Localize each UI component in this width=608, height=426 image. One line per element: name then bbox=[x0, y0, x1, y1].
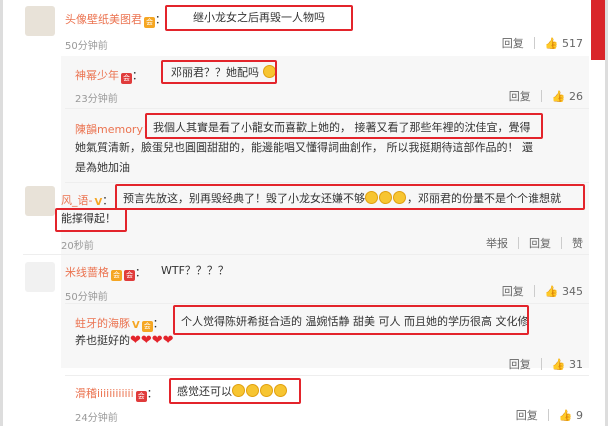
vip-badge-icon: 会 bbox=[144, 17, 155, 28]
divider bbox=[65, 303, 589, 304]
comment-page: 头像壁纸美图君会： 继小龙女之后再毁一人物吗 50分钟前 回复 👍 517 神幂少… bbox=[0, 0, 608, 426]
reply-button[interactable]: 回复 bbox=[509, 88, 531, 104]
like-count: 26 bbox=[569, 90, 583, 103]
divider bbox=[65, 375, 589, 376]
commenter-name[interactable]: 蛀牙的海豚 V 会： bbox=[75, 315, 164, 332]
side-banner bbox=[591, 0, 605, 60]
like-button[interactable]: 赞 bbox=[572, 235, 583, 251]
commenter-name[interactable]: 头像壁纸美图君会： bbox=[65, 11, 166, 28]
comment-actions: 举报 回复 赞 bbox=[486, 235, 583, 251]
vip-badge-icon: 会 bbox=[124, 270, 135, 281]
commenter-name[interactable]: 风_语- V： bbox=[61, 192, 113, 208]
avatar[interactable] bbox=[25, 262, 55, 292]
reply-button[interactable]: 回复 bbox=[502, 35, 524, 51]
avatar[interactable] bbox=[25, 186, 55, 216]
comment-actions: 回复 👍 9 bbox=[516, 407, 583, 423]
highlight-box bbox=[145, 113, 543, 139]
vip-badge-icon: 会 bbox=[135, 391, 147, 402]
divider bbox=[65, 108, 589, 109]
report-button[interactable]: 举报 bbox=[486, 235, 508, 251]
thumbs-up-icon[interactable]: 👍 bbox=[559, 409, 573, 422]
highlight-box bbox=[165, 5, 353, 31]
timestamp: 50分钟前 bbox=[65, 292, 108, 303]
heart-icon: ❤❤❤❤ bbox=[130, 333, 174, 348]
like-count: 517 bbox=[562, 37, 583, 50]
highlight-box bbox=[173, 305, 529, 335]
highlight-box bbox=[55, 208, 127, 232]
comment-text: WTF？？？？ bbox=[161, 264, 229, 277]
vip-badge-icon: 会 bbox=[141, 321, 153, 332]
reply-button[interactable]: 回复 bbox=[502, 283, 524, 299]
like-count: 345 bbox=[562, 285, 583, 298]
reply-button[interactable]: 回复 bbox=[516, 407, 538, 423]
comment-actions: 回复 👍 345 bbox=[502, 283, 583, 299]
commenter-name[interactable]: 滑稽iiiiiiiiiiii 会： bbox=[75, 385, 158, 402]
highlight-box bbox=[115, 184, 585, 210]
commenter-name[interactable]: 神幂少年会： bbox=[75, 67, 143, 84]
comment-text-line3: 是為她加油 bbox=[75, 161, 130, 174]
avatar[interactable] bbox=[25, 6, 55, 36]
like-count: 9 bbox=[576, 409, 583, 422]
commenter-name[interactable]: 米线蔷格会会： bbox=[65, 264, 146, 281]
vip-badge-icon: 会 bbox=[121, 73, 132, 84]
comment-text-line2: 她氣質清新，臉蛋兒也圓圓甜甜的，能邊能唱又懂得詞曲創作， 所以我挺期待這部作品的… bbox=[75, 141, 533, 154]
timestamp: 50分钟前 bbox=[65, 41, 108, 52]
commenter-name[interactable]: 陳韻memory： bbox=[75, 121, 154, 137]
timestamp: 23分钟前 bbox=[75, 94, 118, 105]
timestamp: 24分钟前 bbox=[75, 413, 118, 424]
reply-button[interactable]: 回复 bbox=[509, 356, 531, 372]
like-count: 31 bbox=[569, 358, 583, 371]
timestamp: 20秒前 bbox=[61, 241, 94, 252]
thumbs-up-icon[interactable]: 👍 bbox=[545, 37, 559, 50]
divider bbox=[23, 254, 589, 255]
vip-badge-icon: 会 bbox=[111, 270, 122, 281]
highlight-box bbox=[169, 378, 301, 404]
comment-actions: 回复 👍 517 bbox=[502, 35, 583, 51]
thumbs-up-icon[interactable]: 👍 bbox=[552, 90, 566, 103]
thumbs-up-icon[interactable]: 👍 bbox=[545, 285, 559, 298]
divider bbox=[65, 182, 589, 183]
comment-actions: 回复 👍 26 bbox=[509, 88, 583, 104]
comment-text-line2: 养也挺好的❤❤❤❤ bbox=[75, 333, 174, 348]
comment-actions: 回复 👍 31 bbox=[509, 356, 583, 372]
highlight-box bbox=[161, 60, 277, 84]
reply-button[interactable]: 回复 bbox=[529, 235, 551, 251]
vip-v-icon: V bbox=[132, 320, 140, 331]
thumbs-up-icon[interactable]: 👍 bbox=[552, 358, 566, 371]
